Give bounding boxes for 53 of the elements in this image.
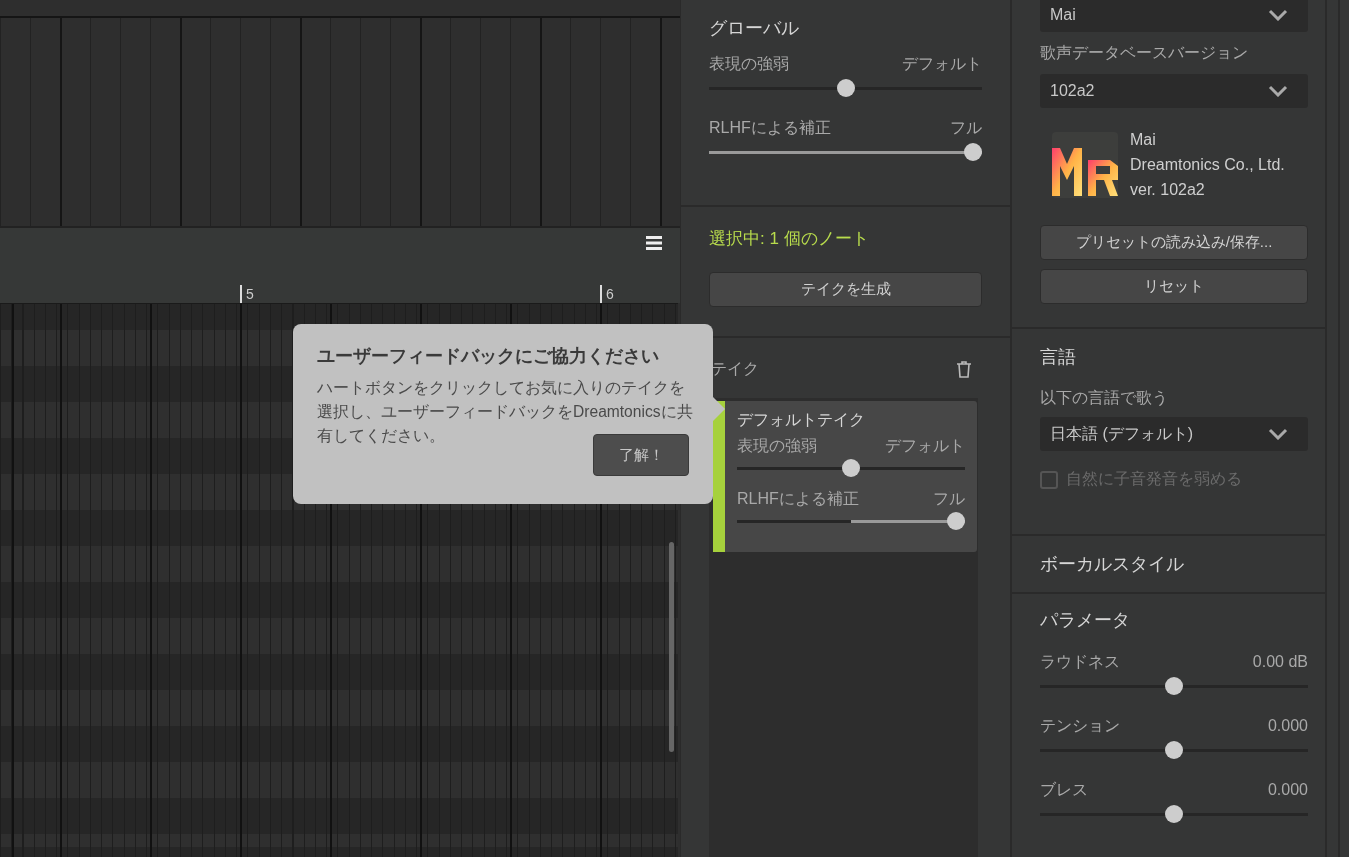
voice-name: Mai: [1130, 130, 1157, 150]
slider-value: デフォルト: [885, 436, 965, 456]
slider-label: 表現の強弱: [709, 54, 789, 74]
field-label: 歌声データベースバージョン: [1040, 43, 1249, 63]
slider-value: 0.000: [1267, 716, 1308, 736]
generate-take-button[interactable]: テイクを生成: [709, 272, 982, 307]
measure-tick: [240, 285, 242, 303]
slider-label: ブレス: [1040, 780, 1088, 800]
take-name: デフォルトテイク: [737, 410, 866, 430]
voicebank-artwork: [1052, 132, 1118, 198]
section-title: テイク: [711, 358, 759, 379]
slider-thumb[interactable]: [842, 459, 860, 477]
menu-icon[interactable]: [646, 236, 662, 250]
slider-value: デフォルト: [902, 54, 982, 74]
slider-label: 表現の強弱: [737, 436, 817, 456]
slider-thumb[interactable]: [1165, 805, 1183, 823]
slider-thumb[interactable]: [836, 79, 855, 97]
scrollbar-thumb[interactable]: [669, 542, 674, 752]
slider-thumb[interactable]: [964, 143, 982, 161]
slider-value: 0.00 dB: [1252, 652, 1308, 672]
trash-icon[interactable]: [956, 360, 972, 378]
popover-title: ユーザーフィードバックにご協力ください: [317, 345, 660, 368]
measure-number: 6: [606, 285, 614, 303]
chevron-down-icon: [1268, 85, 1288, 97]
measure-number: 5: [246, 285, 254, 303]
slider-value: 0.000: [1267, 780, 1308, 800]
selection-status: 選択中: 1 個のノート: [709, 228, 870, 250]
field-label: 以下の言語で歌う: [1040, 388, 1169, 408]
take-card[interactable]: デフォルトテイク 表現の強弱 デフォルト RLHFによる補正 フル: [713, 401, 977, 552]
measure-tick: [600, 285, 602, 303]
language-dropdown[interactable]: 日本語 (デフォルト): [1040, 417, 1308, 451]
voice-company: Dreamtonics Co., Ltd.: [1130, 155, 1285, 175]
slider-label: RLHFによる補正: [709, 118, 831, 138]
got-it-button[interactable]: 了解！: [593, 434, 689, 476]
slider-label: ラウドネス: [1040, 652, 1120, 672]
section-title: グローバル: [709, 17, 800, 40]
slider-thumb[interactable]: [1165, 741, 1183, 759]
voice-dropdown[interactable]: Mai: [1040, 0, 1308, 32]
slider-label: テンション: [1040, 716, 1120, 736]
section-title: パラメータ: [1040, 609, 1131, 632]
section-title: 言語: [1040, 346, 1077, 369]
panel-button[interactable]: リセット: [1040, 269, 1308, 304]
slider-label: RLHFによる補正: [737, 489, 859, 509]
chevron-down-icon: [1268, 428, 1288, 440]
chevron-down-icon: [1268, 9, 1288, 21]
slider-thumb[interactable]: [1165, 677, 1183, 695]
panel-button[interactable]: プリセットの読み込み/保存...: [1040, 225, 1308, 260]
version-dropdown[interactable]: 102a2: [1040, 74, 1308, 108]
slider-value: フル: [933, 489, 965, 509]
slider-thumb[interactable]: [947, 512, 965, 530]
slider-value: フル: [950, 118, 982, 138]
section-title: ボーカルスタイル: [1040, 553, 1185, 576]
voice-version: ver. 102a2: [1130, 180, 1206, 200]
